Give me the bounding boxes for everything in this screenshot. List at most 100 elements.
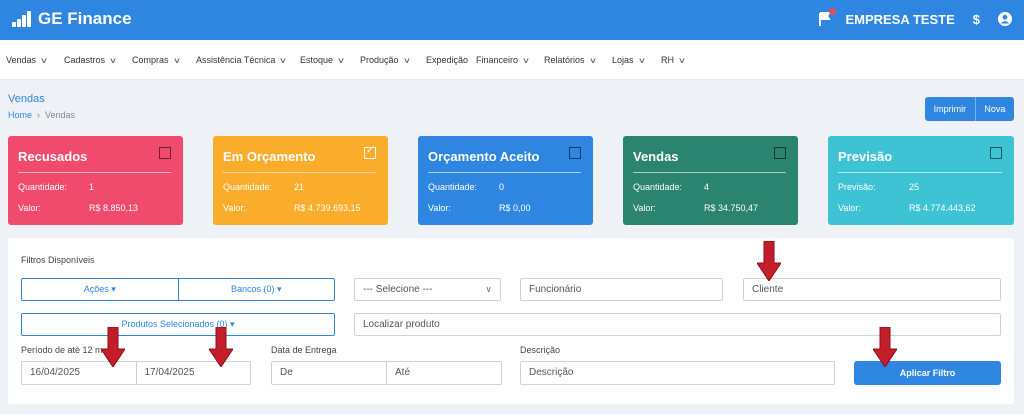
annotation-arrow-icon <box>757 241 781 281</box>
annotation-arrow-icon <box>209 327 233 367</box>
card-title: Em Orçamento <box>223 149 316 164</box>
employee-input[interactable]: Funcionário <box>520 278 723 301</box>
top-bar: GE Finance EMPRESA TESTE $ <box>0 0 1024 40</box>
card-value-amount: R$ 34.750,47 <box>704 203 759 213</box>
card-vendas[interactable]: Vendas Quantidade: 4 Valor: R$ 34.750,47 <box>623 136 798 225</box>
page-title: Vendas <box>8 93 45 105</box>
card-value-label: Valor: <box>428 203 451 213</box>
card-forecast-label: Previsão: <box>838 182 876 192</box>
chevron-down-icon: ∨ <box>588 56 597 65</box>
delivery-date-label: Data de Entrega <box>271 345 337 355</box>
selected-products-dropdown[interactable]: Produtos Selecionados (0) ▾ <box>21 313 335 336</box>
menu-financeiro[interactable]: Financeiro ∨ <box>476 55 531 65</box>
card-em-orcamento[interactable]: Em Orçamento Quantidade: 21 Valor: R$ 4.… <box>213 136 388 225</box>
chevron-down-icon: ∨ <box>402 56 411 65</box>
card-checkbox[interactable] <box>159 147 171 159</box>
card-quantity-value: 0 <box>499 182 505 192</box>
caret-down-icon: ▾ <box>277 284 282 294</box>
chevron-down-icon: ∨ <box>637 56 646 65</box>
chevron-down-icon: ∨ <box>521 56 531 65</box>
description-input[interactable]: Descrição <box>520 361 835 385</box>
currency-icon[interactable]: $ <box>973 12 980 27</box>
menu-vendas[interactable]: Vendas ∨ <box>6 55 49 65</box>
card-value-amount: R$ 4.739.693,15 <box>294 203 361 213</box>
chevron-down-icon: ∨ <box>172 56 181 65</box>
delivery-date-range: De Até <box>271 361 502 385</box>
card-value-label: Valor: <box>633 203 656 213</box>
menu-relatorios[interactable]: Relatórios ∨ <box>544 55 597 65</box>
menu-expedicao[interactable]: Expedição <box>426 55 468 65</box>
filters-panel: Filtros Disponíveis Ações ▾ Bancos (0) ▾… <box>8 238 1014 404</box>
chevron-down-icon: ∨ <box>677 56 687 65</box>
menu-compras[interactable]: Compras ∨ <box>132 55 181 65</box>
annotation-arrow-icon <box>101 327 125 367</box>
card-quantity-label: Quantidade: <box>428 182 478 192</box>
filters-title: Filtros Disponíveis <box>21 255 95 265</box>
card-previsao[interactable]: Previsão Previsão: 25 Valor: R$ 4.774.44… <box>828 136 1014 225</box>
breadcrumb-current: Vendas <box>45 110 76 120</box>
main-menu: Vendas ∨ Cadastros ∨ Compras ∨ Assistência … <box>0 40 1024 80</box>
print-button[interactable]: Imprimir <box>925 97 976 121</box>
chevron-down-icon: ∨ <box>336 56 346 65</box>
caret-down-icon: ▾ <box>111 284 116 294</box>
menu-rh[interactable]: RH ∨ <box>661 55 687 65</box>
card-value-label: Valor: <box>838 203 861 213</box>
card-divider <box>428 172 581 173</box>
description-label: Descrição <box>520 345 561 355</box>
product-search-input[interactable]: Localizar produto <box>354 313 1001 336</box>
app-logo[interactable]: GE Finance <box>12 9 132 29</box>
notification-flag-icon[interactable] <box>817 8 837 27</box>
menu-assistencia-tecnica[interactable]: Assistência Técnica ∨ <box>196 55 288 65</box>
card-value-amount: R$ 0,00 <box>499 203 531 213</box>
chevron-down-icon: ∨ <box>108 56 118 65</box>
annotation-arrow-icon <box>873 327 897 367</box>
breadcrumb-home[interactable]: Home <box>8 110 32 120</box>
chevron-down-icon: ∨ <box>39 56 49 65</box>
card-title: Vendas <box>633 149 679 164</box>
new-button[interactable]: Nova <box>976 97 1014 121</box>
card-checkbox[interactable] <box>569 147 581 159</box>
client-input[interactable]: Cliente <box>743 278 1001 301</box>
company-name[interactable]: EMPRESA TESTE <box>845 12 954 27</box>
chevron-right-icon: › <box>37 110 41 120</box>
card-quantity-label: Quantidade: <box>223 182 273 192</box>
card-quantity-value: 1 <box>89 182 95 192</box>
card-divider <box>18 172 171 173</box>
card-orcamento-aceito[interactable]: Orçamento Aceito Quantidade: 0 Valor: R$… <box>418 136 593 225</box>
notification-dot <box>829 8 837 15</box>
card-divider <box>838 172 1002 173</box>
card-recusados[interactable]: Recusados Quantidade: 1 Valor: R$ 8.850,… <box>8 136 183 225</box>
action-buttons: Imprimir Nova <box>925 97 1014 121</box>
card-quantity-value: 21 <box>294 182 305 192</box>
card-forecast-value: 25 <box>909 182 920 192</box>
card-divider <box>223 172 376 173</box>
card-checkbox[interactable] <box>990 147 1002 159</box>
card-title: Previsão <box>838 149 893 164</box>
status-select[interactable]: --- Selecione --- ∨ <box>354 278 501 301</box>
card-quantity-value: 4 <box>704 182 710 192</box>
card-divider <box>633 172 786 173</box>
menu-producao[interactable]: Produção ∨ <box>360 55 411 65</box>
card-quantity-label: Quantidade: <box>633 182 683 192</box>
signal-bars-icon <box>12 11 31 27</box>
card-title: Orçamento Aceito <box>428 149 540 164</box>
actions-dropdown[interactable]: Ações ▾ <box>22 279 179 300</box>
user-icon[interactable] <box>998 12 1012 26</box>
chevron-down-icon: ∨ <box>279 56 288 65</box>
card-value-amount: R$ 8.850,13 <box>89 203 139 213</box>
delivery-from-input[interactable]: De <box>272 362 387 384</box>
actions-banks-group: Ações ▾ Bancos (0) ▾ <box>21 278 335 301</box>
banks-dropdown[interactable]: Bancos (0) ▾ <box>179 279 335 300</box>
menu-cadastros[interactable]: Cadastros ∨ <box>64 55 118 65</box>
card-value-label: Valor: <box>223 203 246 213</box>
delivery-to-input[interactable]: Até <box>387 362 501 384</box>
card-value-label: Valor: <box>18 203 41 213</box>
card-checkbox-checked[interactable] <box>364 145 376 159</box>
menu-estoque[interactable]: Estoque ∨ <box>300 55 346 65</box>
menu-lojas[interactable]: Lojas ∨ <box>612 55 646 65</box>
card-checkbox[interactable] <box>774 147 786 159</box>
period-label: Período de até 12 m <box>21 345 103 355</box>
card-value-amount: R$ 4.774.443,62 <box>909 203 976 213</box>
app-name: GE Finance <box>38 9 132 28</box>
card-title: Recusados <box>18 149 88 164</box>
